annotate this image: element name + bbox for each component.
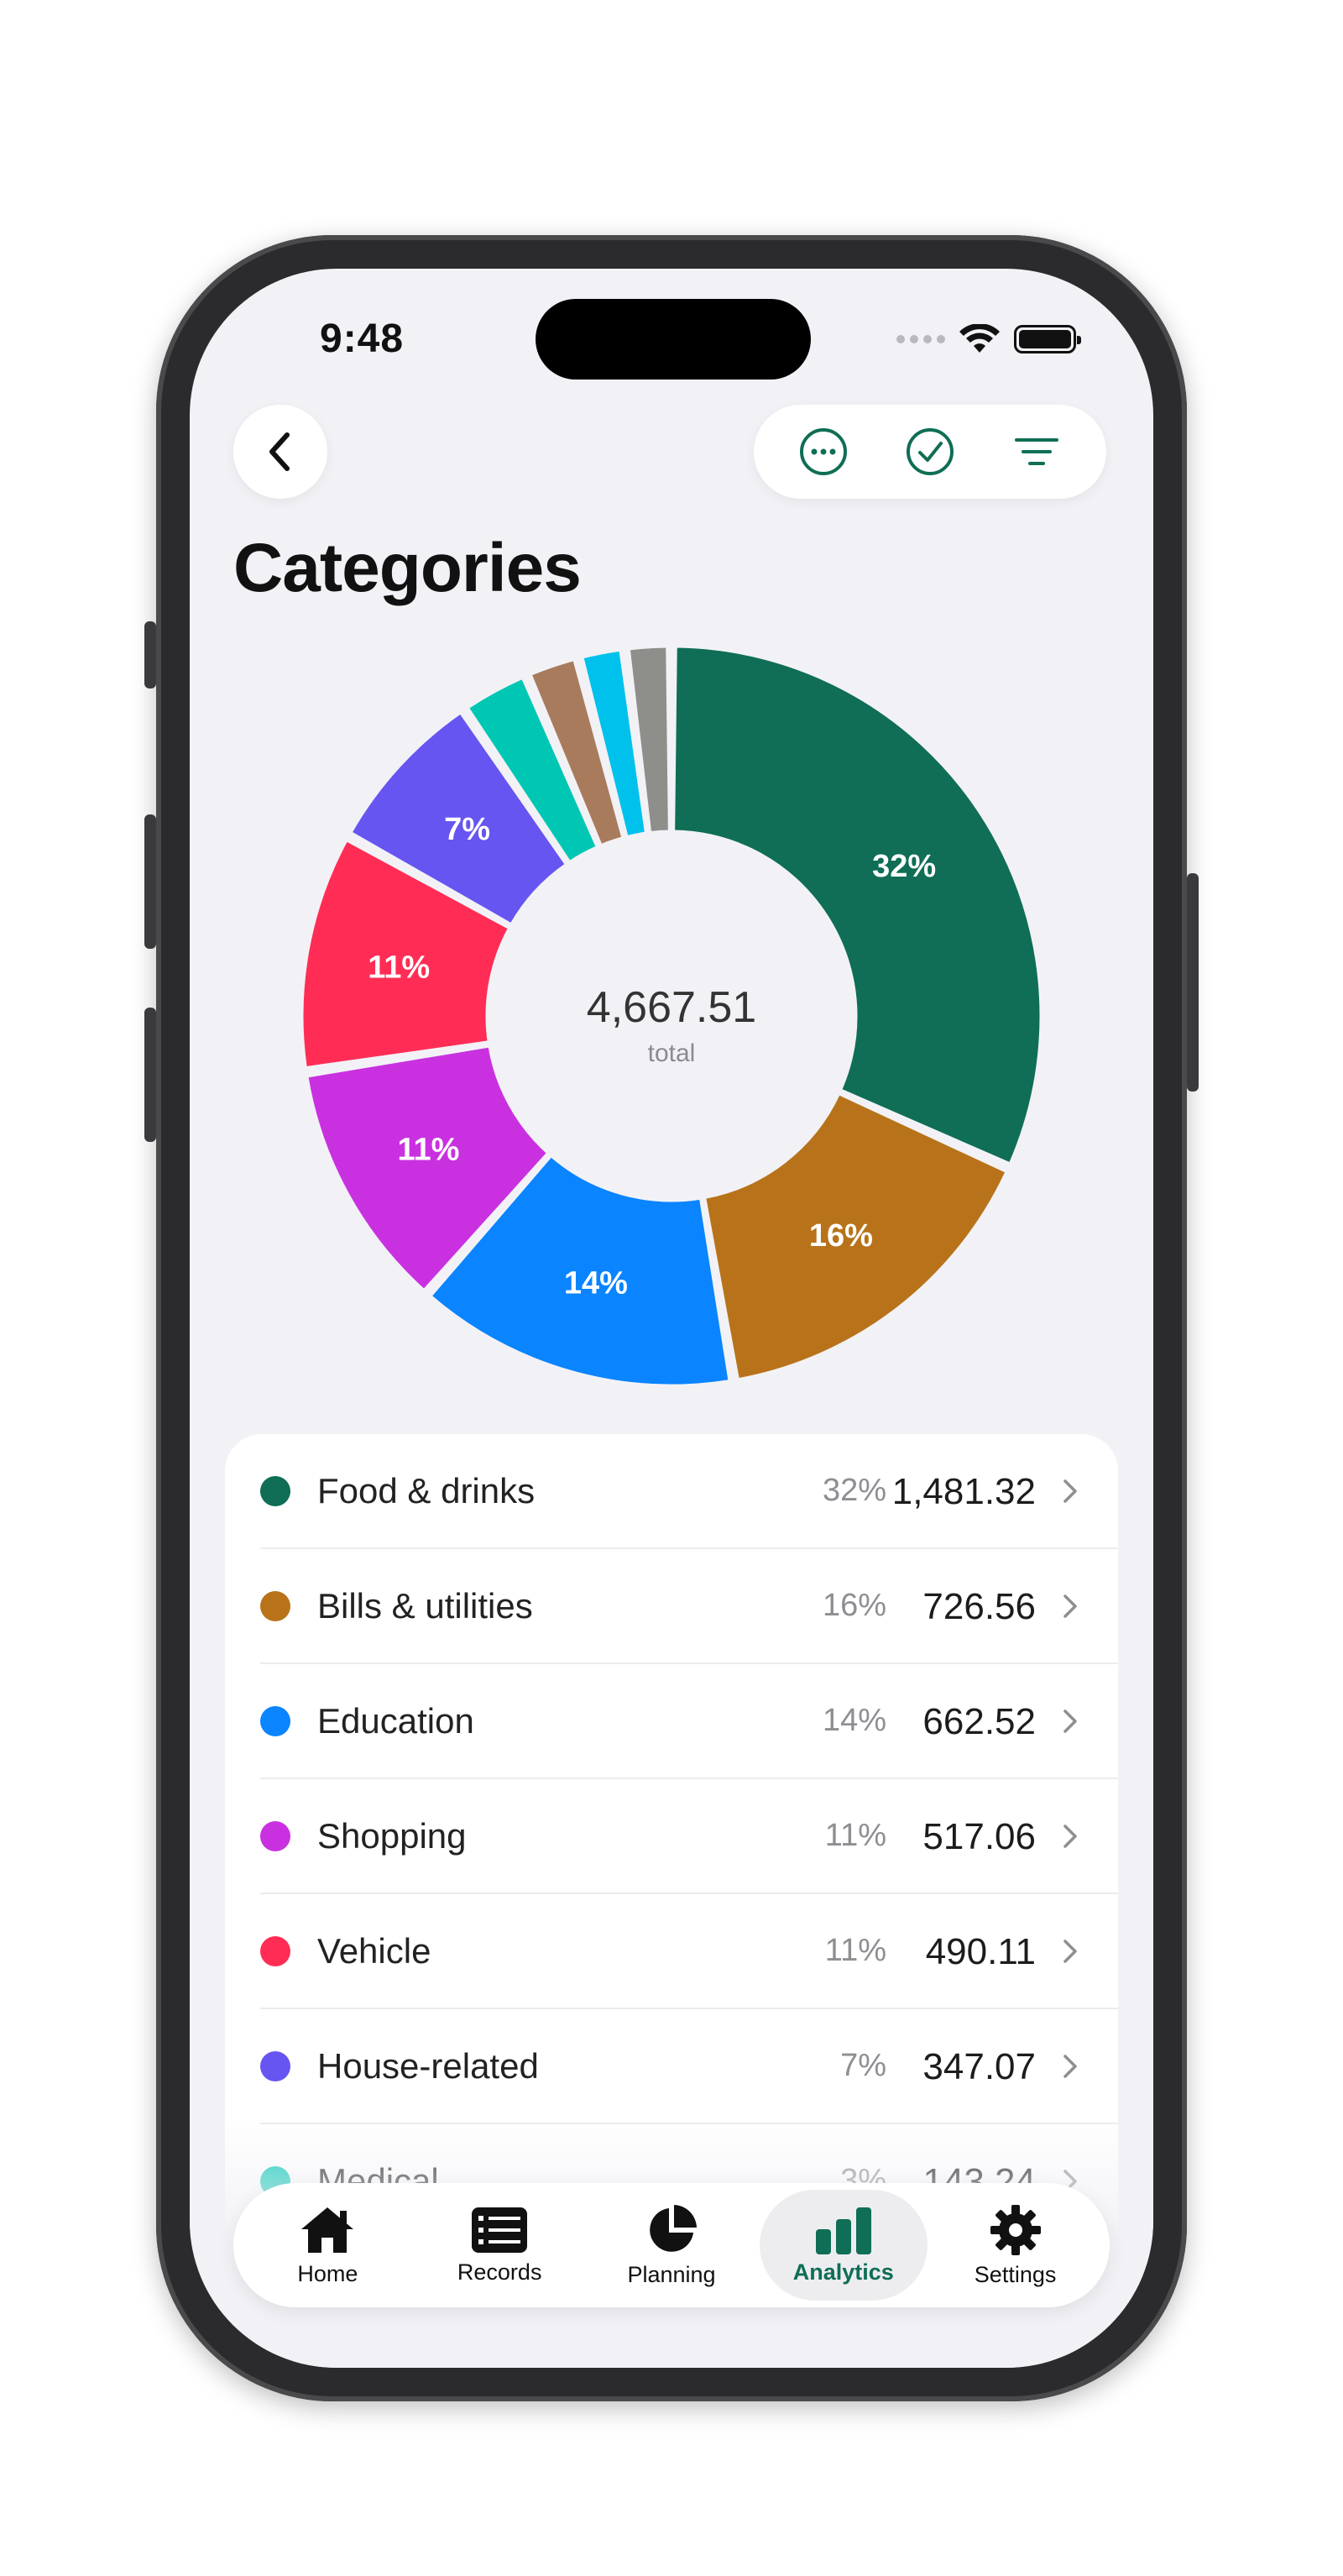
tab-planning[interactable]: Planning — [588, 2190, 755, 2301]
chevron-right-icon — [1063, 1825, 1077, 1848]
category-name: Vehicle — [317, 1931, 431, 1971]
donut-slice-label: 14% — [564, 1265, 628, 1301]
category-row[interactable]: Bills & utilities 16% 726.56 — [225, 1549, 1118, 1664]
status-time: 9:48 — [320, 317, 405, 361]
category-amount: 1,481.32 — [891, 1471, 1036, 1512]
category-percent: 16% — [822, 1588, 886, 1623]
category-amount: 726.56 — [922, 1586, 1036, 1627]
category-donut-chart: 32% 16% 14% 11% 11% 7% 4,667.51 total — [294, 638, 1049, 1394]
header-actions — [754, 405, 1106, 499]
tab-records[interactable]: Records — [415, 2190, 583, 2301]
category-color-dot — [260, 1476, 290, 1506]
status-icons — [896, 322, 1081, 356]
category-percent: 11% — [824, 1818, 886, 1853]
chevron-left-icon — [269, 432, 290, 471]
category-percent: 11% — [824, 1933, 886, 1968]
chevron-right-icon — [1063, 1709, 1077, 1733]
donut-slice-label: 11% — [368, 950, 430, 986]
category-name: House-related — [317, 2046, 539, 2086]
category-name: Bills & utilities — [317, 1586, 533, 1626]
tab-analytics[interactable]: Analytics — [759, 2190, 928, 2301]
chevron-right-icon — [1063, 1940, 1077, 1963]
category-amount: 347.07 — [922, 2046, 1036, 2087]
pie-chart-icon — [650, 2204, 697, 2252]
category-percent: 32% — [822, 1473, 886, 1508]
donut-slice[interactable] — [672, 645, 1043, 1165]
filter-lines-icon[interactable] — [1011, 427, 1062, 477]
category-name: Education — [317, 1701, 474, 1741]
page-title: Categories — [233, 530, 582, 606]
donut-slice-label: 32% — [872, 849, 936, 884]
tab-label: Records — [457, 2259, 542, 2285]
donut-total-value: 4,667.51 — [587, 983, 756, 1032]
bar-chart-icon — [815, 2207, 871, 2254]
category-amount: 517.06 — [922, 1816, 1036, 1857]
chevron-right-icon — [1063, 1479, 1077, 1503]
donut-total-label: total — [648, 1039, 696, 1067]
tab-label: Settings — [974, 2261, 1057, 2287]
donut-svg: 32% 16% 14% 11% 11% 7% 4,667.51 total — [300, 645, 1043, 1387]
action-button — [144, 621, 156, 689]
tab-label: Home — [297, 2260, 358, 2286]
dynamic-island — [536, 299, 811, 380]
volume-down-button — [144, 1008, 156, 1142]
volume-up-button — [144, 814, 156, 949]
category-row[interactable]: Vehicle 11% 490.11 — [225, 1894, 1118, 2009]
donut-slice-label: 11% — [397, 1132, 459, 1167]
category-color-dot — [260, 1591, 290, 1621]
house-icon — [301, 2207, 354, 2253]
power-button — [1187, 873, 1199, 1092]
category-percent: 14% — [822, 1703, 886, 1738]
battery-icon — [1014, 325, 1081, 353]
tab-bar: Home Records Planning Analytics Settings — [233, 2183, 1110, 2307]
chevron-right-icon — [1063, 2055, 1077, 2078]
phone-frame: 9:48 Categories 32% 16% 14% 11% 11% 7% 4… — [144, 235, 1199, 2401]
tab-label: Planning — [627, 2261, 716, 2287]
checkmark-circle-icon[interactable] — [905, 427, 955, 477]
category-row[interactable]: Food & drinks 32% 1,481.32 — [225, 1434, 1118, 1549]
tab-settings[interactable]: Settings — [932, 2190, 1100, 2301]
category-row[interactable]: Education 14% 662.52 — [225, 1664, 1118, 1779]
back-button[interactable] — [233, 405, 327, 499]
tab-label: Analytics — [792, 2259, 894, 2285]
category-row[interactable]: Shopping 11% 517.06 — [225, 1779, 1118, 1894]
category-color-dot — [260, 2051, 290, 2081]
donut-slice-label: 16% — [809, 1218, 873, 1254]
category-amount: 662.52 — [922, 1701, 1036, 1742]
screen: 9:48 Categories 32% 16% 14% 11% 11% 7% 4… — [190, 269, 1153, 2368]
gear-icon — [990, 2204, 1041, 2255]
category-color-dot — [260, 1936, 290, 1966]
cellular-signal-icon — [896, 335, 945, 343]
tab-home[interactable]: Home — [243, 2190, 411, 2301]
category-color-dot — [260, 1706, 290, 1736]
list-card-icon — [472, 2207, 528, 2253]
wifi-icon — [959, 324, 1000, 353]
ellipsis-circle-icon[interactable] — [798, 427, 849, 477]
category-name: Food & drinks — [317, 1471, 536, 1511]
donut-slice-label: 7% — [444, 812, 490, 847]
chevron-right-icon — [1063, 1594, 1077, 1618]
category-color-dot — [260, 1821, 290, 1851]
category-amount: 490.11 — [925, 1931, 1036, 1972]
category-percent: 7% — [840, 2048, 886, 2083]
category-row[interactable]: House-related 7% 347.07 — [225, 2009, 1118, 2124]
category-name: Shopping — [317, 1816, 467, 1856]
